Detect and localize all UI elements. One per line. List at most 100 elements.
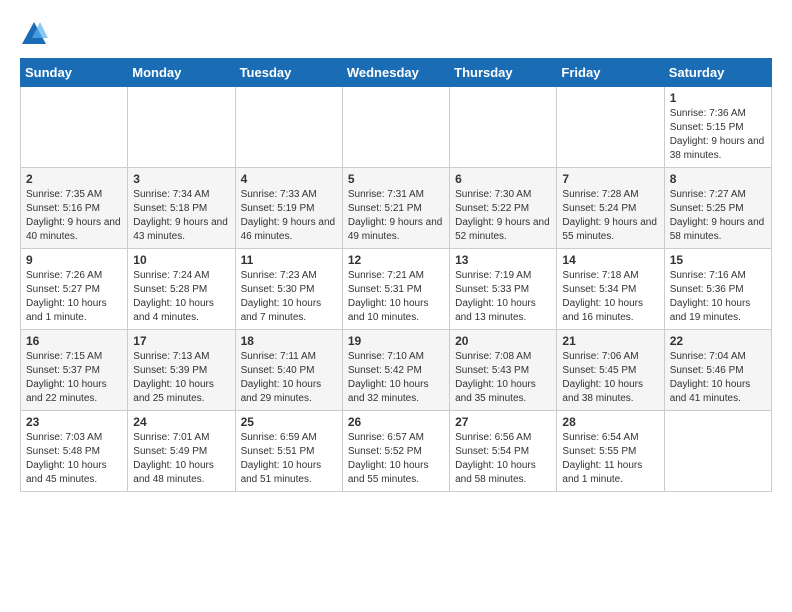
day-info: Sunrise: 7:28 AM Sunset: 5:24 PM Dayligh…: [562, 188, 658, 244]
calendar-cell: 26 Sunrise: 6:57 AM Sunset: 5:52 PM Dayli…: [342, 411, 449, 492]
day-info: Sunrise: 6:54 AM Sunset: 5:55 PM Dayligh…: [562, 431, 658, 487]
day-number: 15: [670, 253, 766, 267]
calendar-header-monday: Monday: [128, 59, 235, 87]
day-info: Sunrise: 7:13 AM Sunset: 5:39 PM Dayligh…: [133, 350, 229, 406]
day-info: Sunrise: 7:31 AM Sunset: 5:21 PM Dayligh…: [348, 188, 444, 244]
day-number: 14: [562, 253, 658, 267]
day-number: 10: [133, 253, 229, 267]
day-number: 16: [26, 334, 122, 348]
calendar-cell: [21, 87, 128, 168]
day-info: Sunrise: 7:10 AM Sunset: 5:42 PM Dayligh…: [348, 350, 444, 406]
calendar-cell: [235, 87, 342, 168]
calendar-cell: [342, 87, 449, 168]
calendar-week-row: 23 Sunrise: 7:03 AM Sunset: 5:48 PM Dayli…: [21, 411, 772, 492]
calendar-cell: 25 Sunrise: 6:59 AM Sunset: 5:51 PM Dayli…: [235, 411, 342, 492]
day-number: 8: [670, 172, 766, 186]
calendar-week-row: 16 Sunrise: 7:15 AM Sunset: 5:37 PM Dayli…: [21, 330, 772, 411]
calendar-cell: 1 Sunrise: 7:36 AM Sunset: 5:15 PM Daylig…: [664, 87, 771, 168]
day-number: 23: [26, 415, 122, 429]
calendar-week-row: 2 Sunrise: 7:35 AM Sunset: 5:16 PM Daylig…: [21, 168, 772, 249]
day-info: Sunrise: 7:24 AM Sunset: 5:28 PM Dayligh…: [133, 269, 229, 325]
calendar-cell: [664, 411, 771, 492]
calendar-cell: 27 Sunrise: 6:56 AM Sunset: 5:54 PM Dayli…: [450, 411, 557, 492]
calendar-cell: [450, 87, 557, 168]
day-number: 26: [348, 415, 444, 429]
day-info: Sunrise: 6:59 AM Sunset: 5:51 PM Dayligh…: [241, 431, 337, 487]
calendar-cell: [128, 87, 235, 168]
day-number: 17: [133, 334, 229, 348]
calendar-cell: [557, 87, 664, 168]
day-info: Sunrise: 7:23 AM Sunset: 5:30 PM Dayligh…: [241, 269, 337, 325]
day-number: 7: [562, 172, 658, 186]
calendar-cell: 14 Sunrise: 7:18 AM Sunset: 5:34 PM Dayli…: [557, 249, 664, 330]
calendar-header-sunday: Sunday: [21, 59, 128, 87]
calendar-cell: 5 Sunrise: 7:31 AM Sunset: 5:21 PM Daylig…: [342, 168, 449, 249]
day-info: Sunrise: 6:56 AM Sunset: 5:54 PM Dayligh…: [455, 431, 551, 487]
day-info: Sunrise: 7:15 AM Sunset: 5:37 PM Dayligh…: [26, 350, 122, 406]
calendar-cell: 20Sunrise: 7:08 AM Sunset: 5:43 PM Dayli…: [450, 330, 557, 411]
calendar-cell: 17 Sunrise: 7:13 AM Sunset: 5:39 PM Dayli…: [128, 330, 235, 411]
day-info: Sunrise: 7:33 AM Sunset: 5:19 PM Dayligh…: [241, 188, 337, 244]
day-number: 11: [241, 253, 337, 267]
day-number: 9: [26, 253, 122, 267]
calendar-header-thursday: Thursday: [450, 59, 557, 87]
calendar-header-row: SundayMondayTuesdayWednesdayThursdayFrid…: [21, 59, 772, 87]
day-number: 1: [670, 91, 766, 105]
day-info: Sunrise: 7:04 AM Sunset: 5:46 PM Dayligh…: [670, 350, 766, 406]
day-info: Sunrise: 7:36 AM Sunset: 5:15 PM Dayligh…: [670, 107, 766, 163]
calendar-cell: 28 Sunrise: 6:54 AM Sunset: 5:55 PM Dayli…: [557, 411, 664, 492]
day-number: 21: [562, 334, 658, 348]
day-info: Sunrise: 7:01 AM Sunset: 5:49 PM Dayligh…: [133, 431, 229, 487]
calendar-cell: 12Sunrise: 7:21 AM Sunset: 5:31 PM Dayli…: [342, 249, 449, 330]
calendar-cell: 13 Sunrise: 7:19 AM Sunset: 5:33 PM Dayli…: [450, 249, 557, 330]
day-number: 18: [241, 334, 337, 348]
logo: [20, 20, 52, 48]
day-number: 6: [455, 172, 551, 186]
day-number: 28: [562, 415, 658, 429]
day-info: Sunrise: 7:11 AM Sunset: 5:40 PM Dayligh…: [241, 350, 337, 406]
calendar-table: SundayMondayTuesdayWednesdayThursdayFrid…: [20, 58, 772, 492]
day-number: 19: [348, 334, 444, 348]
day-number: 13: [455, 253, 551, 267]
day-info: Sunrise: 7:34 AM Sunset: 5:18 PM Dayligh…: [133, 188, 229, 244]
day-info: Sunrise: 7:18 AM Sunset: 5:34 PM Dayligh…: [562, 269, 658, 325]
day-number: 5: [348, 172, 444, 186]
calendar-cell: 16 Sunrise: 7:15 AM Sunset: 5:37 PM Dayli…: [21, 330, 128, 411]
calendar-cell: 3 Sunrise: 7:34 AM Sunset: 5:18 PM Daylig…: [128, 168, 235, 249]
day-info: Sunrise: 6:57 AM Sunset: 5:52 PM Dayligh…: [348, 431, 444, 487]
calendar-cell: 10 Sunrise: 7:24 AM Sunset: 5:28 PM Dayli…: [128, 249, 235, 330]
calendar-cell: 15 Sunrise: 7:16 AM Sunset: 5:36 PM Dayli…: [664, 249, 771, 330]
logo-icon: [20, 20, 48, 48]
day-number: 27: [455, 415, 551, 429]
calendar-header-tuesday: Tuesday: [235, 59, 342, 87]
calendar-cell: 2 Sunrise: 7:35 AM Sunset: 5:16 PM Daylig…: [21, 168, 128, 249]
day-info: Sunrise: 7:03 AM Sunset: 5:48 PM Dayligh…: [26, 431, 122, 487]
calendar-cell: 9 Sunrise: 7:26 AM Sunset: 5:27 PM Daylig…: [21, 249, 128, 330]
calendar-header-saturday: Saturday: [664, 59, 771, 87]
day-info: Sunrise: 7:08 AM Sunset: 5:43 PM Dayligh…: [455, 350, 551, 406]
day-number: 2: [26, 172, 122, 186]
day-info: Sunrise: 7:06 AM Sunset: 5:45 PM Dayligh…: [562, 350, 658, 406]
calendar-cell: 4Sunrise: 7:33 AM Sunset: 5:19 PM Daylig…: [235, 168, 342, 249]
calendar-week-row: 9 Sunrise: 7:26 AM Sunset: 5:27 PM Daylig…: [21, 249, 772, 330]
day-info: Sunrise: 7:19 AM Sunset: 5:33 PM Dayligh…: [455, 269, 551, 325]
day-info: Sunrise: 7:30 AM Sunset: 5:22 PM Dayligh…: [455, 188, 551, 244]
calendar-cell: 21 Sunrise: 7:06 AM Sunset: 5:45 PM Dayli…: [557, 330, 664, 411]
calendar-cell: 23 Sunrise: 7:03 AM Sunset: 5:48 PM Dayli…: [21, 411, 128, 492]
calendar-week-row: 1 Sunrise: 7:36 AM Sunset: 5:15 PM Daylig…: [21, 87, 772, 168]
calendar-header-friday: Friday: [557, 59, 664, 87]
day-info: Sunrise: 7:26 AM Sunset: 5:27 PM Dayligh…: [26, 269, 122, 325]
day-info: Sunrise: 7:35 AM Sunset: 5:16 PM Dayligh…: [26, 188, 122, 244]
calendar-cell: 11 Sunrise: 7:23 AM Sunset: 5:30 PM Dayli…: [235, 249, 342, 330]
day-info: Sunrise: 7:16 AM Sunset: 5:36 PM Dayligh…: [670, 269, 766, 325]
calendar-header-wednesday: Wednesday: [342, 59, 449, 87]
day-number: 25: [241, 415, 337, 429]
calendar-cell: 18 Sunrise: 7:11 AM Sunset: 5:40 PM Dayli…: [235, 330, 342, 411]
calendar-cell: 24 Sunrise: 7:01 AM Sunset: 5:49 PM Dayli…: [128, 411, 235, 492]
day-info: Sunrise: 7:21 AM Sunset: 5:31 PM Dayligh…: [348, 269, 444, 325]
day-number: 3: [133, 172, 229, 186]
day-info: Sunrise: 7:27 AM Sunset: 5:25 PM Dayligh…: [670, 188, 766, 244]
calendar-cell: 22Sunrise: 7:04 AM Sunset: 5:46 PM Dayli…: [664, 330, 771, 411]
day-number: 24: [133, 415, 229, 429]
page-header: [20, 20, 772, 48]
